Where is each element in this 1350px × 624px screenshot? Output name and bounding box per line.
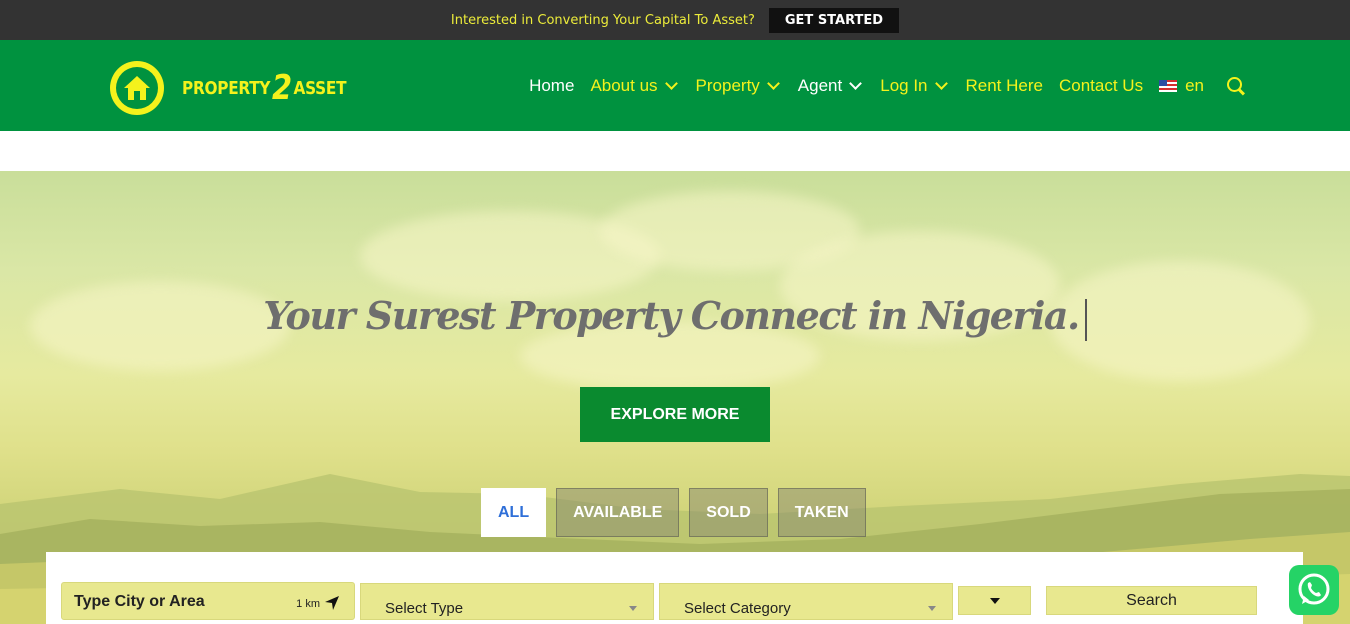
nav-item-home[interactable]: Home [529,76,574,96]
hero-headline: Your Surest Property Connect in Nigeria. [0,293,1350,341]
search-button[interactable]: Search [1046,586,1257,615]
us-flag-icon [1159,79,1178,92]
caret-down-icon [928,606,936,611]
nav-item-property[interactable]: Property [696,76,782,96]
nav-item-label: Log In [880,75,928,95]
city-area-input[interactable]: Type City or Area 1 km [61,582,355,620]
logo-word-asset: ASSET [293,77,347,99]
chevron-down-icon [766,76,780,90]
tab-sold[interactable]: SOLD [689,488,768,537]
site-header: PROPERTY 2 ASSET Home About us Property … [0,40,1350,131]
extra-filter-dropdown[interactable] [958,586,1031,615]
nav-item-log-in[interactable]: Log In [880,76,949,96]
nav-item-agent[interactable]: Agent [798,76,864,96]
logo-wordmark: PROPERTY 2 ASSET [182,68,347,108]
get-started-button[interactable]: GET STARTED [768,7,900,33]
nav-item-about-us[interactable]: About us [590,76,679,96]
house-icon [110,61,164,115]
nav-item-label: Agent [797,75,843,95]
nav-item-label: Contact Us [1058,75,1144,95]
whatsapp-icon [1298,573,1330,605]
nav-item-contact-us[interactable]: Contact Us [1059,76,1143,96]
nav-item-rent-here[interactable]: Rent Here [966,76,1043,96]
caret-down-icon [989,597,1000,604]
status-tabs: ALL AVAILABLE SOLD TAKEN [481,488,866,537]
select-category-label: Select Category [684,600,791,617]
typing-caret [1084,298,1087,341]
select-category-dropdown[interactable]: Select Category [659,583,953,620]
location-arrow-icon[interactable] [324,595,340,611]
whatsapp-chat-button[interactable] [1289,565,1339,615]
tab-available[interactable]: AVAILABLE [556,488,680,537]
tab-taken[interactable]: TAKEN [777,488,866,537]
nav-item-label: Rent Here [965,75,1043,95]
logo-numeral: 2 [271,68,292,108]
language-label: en [1185,75,1204,95]
radius-value[interactable]: 1 km [296,598,320,610]
nav-item-label: Home [529,75,575,95]
announcement-text: Interested in Converting Your Capital To… [450,12,755,28]
language-switcher[interactable]: en [1159,76,1204,96]
chevron-down-icon [849,76,863,90]
caret-down-icon [629,606,637,611]
search-icon[interactable] [1226,76,1246,96]
property-search-panel: Type City or Area 1 km Select Type Selec… [46,552,1303,624]
select-type-label: Select Type [385,600,464,617]
select-type-dropdown[interactable]: Select Type [360,583,654,620]
hero-headline-text: Your Surest Property Connect in Nigeria. [263,293,1080,338]
chevron-down-icon [934,76,948,90]
top-announcement-bar: Interested in Converting Your Capital To… [0,0,1350,40]
explore-more-button[interactable]: EXPLORE MORE [580,387,770,442]
chevron-down-icon [664,76,678,90]
nav-item-label: About us [590,75,658,95]
nav-item-label: Property [695,75,760,95]
logo-word-property: PROPERTY [182,77,271,99]
site-logo[interactable]: PROPERTY 2 ASSET [110,61,375,115]
main-nav: Home About us Property Agent Log In Rent… [529,40,1246,131]
city-area-placeholder: Type City or Area [74,593,205,610]
tab-all[interactable]: ALL [481,488,547,537]
